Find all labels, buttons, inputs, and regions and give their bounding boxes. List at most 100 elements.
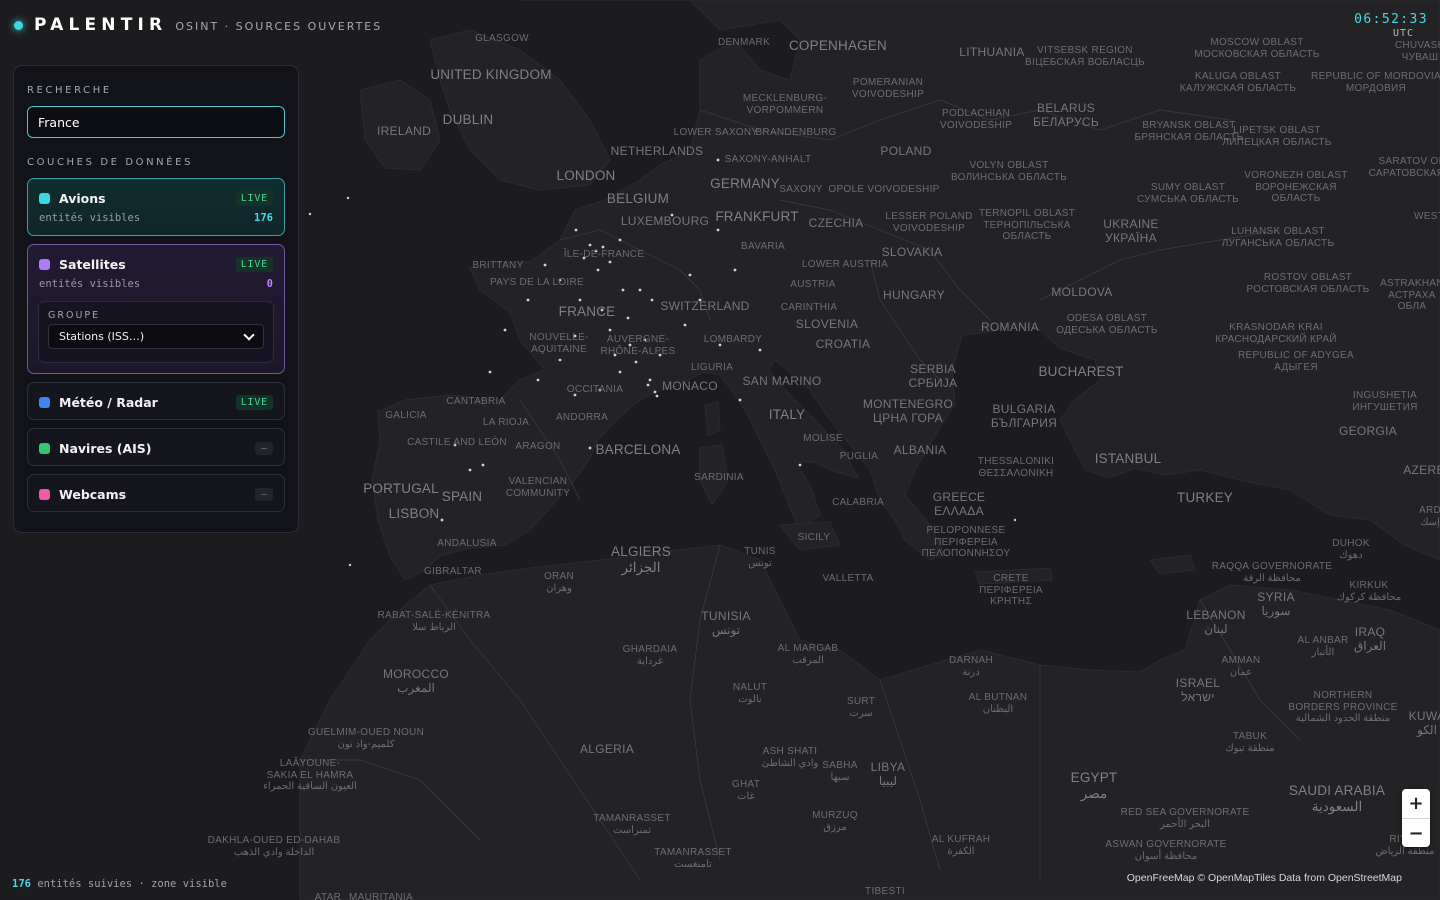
map-label: ARD إسك	[1418, 505, 1440, 528]
map-label: EGYPT مصر	[1070, 770, 1118, 801]
clock-time: 06:52:33	[1354, 12, 1428, 27]
layer-color-swatch	[39, 258, 50, 270]
map-label: ASH SHATI وادي الشاطئ	[761, 746, 819, 769]
map-label: NALUT نالوت	[732, 682, 768, 705]
layer-name: Météo / Radar	[59, 394, 158, 410]
app-subtitle: OSINT · SOURCES OUVERTES	[175, 20, 383, 33]
map-label: UKRAINE УКРАЇНА	[1103, 217, 1159, 245]
map-label: SABHA سبها	[822, 760, 858, 783]
map-label: POMERANIAN VOIVODESHIP	[851, 77, 925, 100]
inactive-badge: –	[254, 441, 273, 455]
map-label: AL KUFRAH الكفرة	[931, 834, 991, 857]
zoom-out-button[interactable]: −	[1402, 818, 1430, 847]
map-label: LESSER POLAND VOIVODESHIP	[885, 211, 973, 234]
map-label: MURZUQ مرزق	[812, 810, 858, 833]
map-label: ALGERIA	[579, 742, 635, 756]
map-label: LUHANSK OBLAST ЛУГАНСЬКА ОБЛАСТЬ	[1221, 226, 1335, 249]
map-label: VITSEBSK REGION ВІЦЕБСКАЯ ВОБЛАСЦЬ	[1025, 45, 1145, 68]
map-label: VALENCIAN COMMUNITY	[505, 476, 571, 499]
map-label: REPUBLIC OF MORDOVIA МОРДОВИЯ	[1311, 71, 1440, 94]
clock-timezone: UTC	[1392, 28, 1414, 39]
map-label: GREECE ΕΛΛΑΔΑ	[932, 490, 986, 518]
layer-card-navires[interactable]: Navires (AIS) –	[27, 428, 285, 466]
map-label: DAKHLA-OUED ED-DAHAB الداخلة وادي الذهب	[207, 835, 341, 858]
chevron-down-icon	[243, 328, 255, 341]
map-label: VOLYN OBLAST ВОЛИНСЬКА ОБЛАСТЬ	[950, 160, 1068, 183]
map-label: SAN MARINO	[742, 374, 822, 388]
map-label: SAUDI ARABIA السعودية	[1288, 783, 1386, 814]
map-label: PORTUGAL	[363, 481, 439, 496]
layer-color-swatch	[39, 396, 50, 408]
map-label: MECKLENBURG- VORPOMMERN	[742, 93, 828, 116]
map-label: ALGIERS الجزائر	[611, 544, 671, 575]
map-label: NOUVELLE- AQUITAINE	[529, 332, 589, 355]
map-label: FRANKFURT	[715, 209, 799, 224]
map-label: LIGURIA	[690, 362, 734, 373]
map-label: ROSTOV OBLAST РОСТОВСКАЯ ОБЛАСТЬ	[1246, 272, 1370, 295]
map-label: NETHERLANDS	[610, 144, 704, 158]
map-label: FRANCE	[558, 304, 616, 319]
map-label: MONTENEGRO ЦРНА ГОРА	[862, 397, 954, 425]
map-label: SPAIN	[441, 489, 483, 504]
layer-color-swatch	[39, 192, 50, 204]
map-label: ANDALUSIA	[437, 538, 497, 549]
map-label: GIBRALTAR	[424, 566, 482, 577]
map-label: LEBANON لبنان	[1186, 608, 1246, 636]
map-label: GHAT غات	[731, 779, 761, 802]
map-label: LIBYA ليبيا	[870, 760, 906, 788]
map-label: ARAGON	[515, 441, 561, 452]
map-label: PELOPONNESE ΠΕΡΙΦΕΡΕΙΑ ΠΕΛΟΠΟΝΝΗΣΟΥ	[921, 525, 1011, 559]
layer-card-meteo-radar[interactable]: Météo / Radar LIVE	[27, 382, 285, 420]
layer-name: Satellites	[59, 256, 126, 272]
layer-card-satellites[interactable]: Satellites LIVE entités visibles 0 GROUP…	[27, 244, 285, 374]
group-title: GROUPE	[48, 310, 101, 321]
attribution-text[interactable]: OpenFreeMap © OpenMapTiles Data from Ope…	[1127, 872, 1402, 884]
zoom-in-button[interactable]: +	[1402, 789, 1430, 818]
search-input[interactable]	[27, 106, 285, 138]
group-select-value: Stations (ISS…)	[59, 330, 145, 343]
map-label: LOWER SAXONY	[673, 127, 759, 138]
map-label: IRELAND	[376, 124, 432, 138]
map-label: ROMANIA	[980, 320, 1040, 334]
app-name: PALENTIR	[34, 15, 168, 35]
map-label: AZERB	[1403, 463, 1440, 477]
map-label: ANDORRA	[555, 412, 609, 423]
layer-card-avions[interactable]: Avions LIVE entités visibles 176	[27, 178, 285, 236]
map-label: ISRAEL ישראל	[1175, 676, 1221, 704]
map-label: SARDINIA	[694, 472, 744, 483]
map-label: LOMBARDY	[703, 334, 763, 345]
map-label: ATAR	[314, 892, 342, 900]
group-select[interactable]: Stations (ISS…)	[48, 324, 264, 349]
map-label: DUHOK دهوك	[1332, 538, 1370, 561]
live-badge: LIVE	[235, 190, 273, 206]
map-label: LISBON	[388, 506, 440, 521]
layers-section-title: COUCHES DE DONNÉES	[27, 157, 194, 168]
landmass-corsica	[704, 401, 721, 437]
map-label: GERMANY	[710, 176, 780, 191]
layer-card-webcams[interactable]: Webcams –	[27, 474, 285, 512]
map-attribution[interactable]: OpenFreeMap © OpenMapTiles Data from Ope…	[1127, 872, 1402, 884]
map-label: UNITED KINGDOM	[430, 67, 552, 82]
tracking-status: 176 entités suivies · zone visible	[12, 878, 227, 890]
map-label: AUSTRIA	[790, 279, 836, 290]
map-label: REPUBLIC OF ADYGEA АДЫГЕЯ	[1238, 350, 1354, 373]
map-label: MONACO	[662, 379, 718, 393]
map-label: HUNGARY	[883, 288, 945, 302]
map-label: TUNISIA تونس	[701, 609, 751, 637]
map-label: NORTHERN BORDERS PROVINCE منطقة الحدود الش…	[1288, 690, 1398, 724]
map-label: MOLISE	[803, 433, 843, 444]
map-label: MAURITANIA	[349, 892, 413, 900]
layer-name: Avions	[59, 190, 106, 206]
map-label: TUNIS تونس	[744, 546, 776, 569]
map-label: CASTILE AND LEÓN	[407, 437, 507, 448]
map-label: ASWAN GOVERNORATE محافظة أسوان	[1105, 839, 1227, 862]
map-label: AMMAN عمان	[1221, 655, 1261, 678]
map-label: CROATIA	[815, 337, 871, 351]
map-label: CANTABRIA	[446, 396, 506, 407]
map-label: GEORGIA	[1338, 424, 1398, 438]
map-label: TAMANRASSET تمنراست	[593, 813, 671, 836]
map-label: BRITTANY	[472, 260, 524, 271]
map-label: OPOLE VOIVODESHIP	[828, 184, 940, 195]
map-label: ORAN وهران	[543, 571, 575, 594]
map-label: TABUK منطقة تبوك	[1225, 731, 1275, 754]
